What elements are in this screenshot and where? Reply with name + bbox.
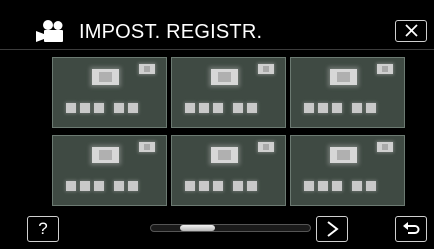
page-title: IMPOST. REGISTR.	[79, 21, 263, 43]
camera-menu-screen: IMPOST. REGISTR. ?	[0, 0, 434, 249]
tile-value-blocks	[185, 181, 257, 191]
preset-tile[interactable]	[171, 135, 286, 206]
tile-value-blocks	[185, 103, 257, 113]
preset-tile[interactable]	[290, 135, 405, 206]
tile-main-thumbnail	[92, 69, 119, 85]
help-button[interactable]: ?	[27, 216, 59, 242]
tile-main-thumbnail	[211, 69, 238, 85]
tile-small-thumbnail	[139, 64, 155, 74]
close-button[interactable]	[395, 20, 427, 42]
preset-tile[interactable]	[290, 57, 405, 128]
tile-small-thumbnail	[258, 142, 274, 152]
back-button[interactable]	[395, 216, 427, 242]
next-page-button[interactable]	[316, 216, 348, 242]
tile-value-blocks	[66, 181, 138, 191]
tile-main-thumbnail	[211, 147, 238, 163]
tile-small-thumbnail	[377, 64, 393, 74]
header-bar: IMPOST. REGISTR.	[0, 0, 434, 48]
video-camera-icon	[36, 20, 63, 42]
preset-tile[interactable]	[171, 57, 286, 128]
close-icon	[405, 24, 418, 37]
tile-small-thumbnail	[377, 142, 393, 152]
chevron-right-icon	[327, 221, 339, 237]
tile-main-thumbnail	[330, 147, 357, 163]
tile-main-thumbnail	[92, 147, 119, 163]
tile-value-blocks	[304, 103, 376, 113]
preset-grid	[52, 57, 405, 209]
return-icon	[403, 222, 420, 234]
preset-tile[interactable]	[52, 57, 167, 128]
scrollbar-thumb[interactable]	[179, 225, 215, 231]
header-divider	[0, 49, 434, 50]
tile-value-blocks	[66, 103, 138, 113]
tile-value-blocks	[304, 181, 376, 191]
tile-small-thumbnail	[258, 64, 274, 74]
tile-main-thumbnail	[330, 69, 357, 85]
tile-small-thumbnail	[139, 142, 155, 152]
preset-tile[interactable]	[52, 135, 167, 206]
scrollbar[interactable]	[150, 224, 311, 232]
